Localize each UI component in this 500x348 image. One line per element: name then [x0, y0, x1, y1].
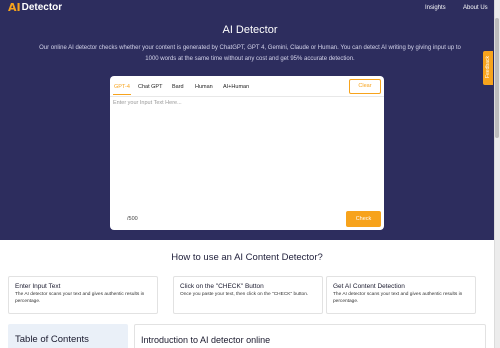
detector-card: GPT-4 Chat GPT Bard Human AI+Human Clear…: [110, 76, 384, 230]
step-card-text: The AI detector scans your text and give…: [333, 292, 463, 304]
tab-human[interactable]: Human: [195, 83, 213, 91]
step-card-enter-text: Enter Input Text The AI detector scans y…: [8, 276, 158, 314]
word-counter: /500: [127, 216, 138, 222]
toc-title: Table of Contents: [15, 334, 89, 345]
step-card-title: Enter Input Text: [15, 283, 61, 290]
nav-link-about-us[interactable]: About Us: [463, 4, 488, 12]
tab-bard[interactable]: Bard: [172, 83, 184, 91]
hero-description: Our online AI detector checks whether yo…: [39, 45, 461, 62]
feedback-tab[interactable]: Feedback: [483, 51, 493, 85]
logo-text: Detector: [21, 2, 63, 13]
page-title: AI Detector: [222, 24, 278, 36]
step-card-get-detection: Get AI Content Detection The AI detector…: [326, 276, 476, 314]
scrollbar-thumb[interactable]: [495, 18, 499, 138]
top-nav: AI Detector Insights About Us: [0, 0, 500, 16]
tab-gpt-4[interactable]: GPT-4: [113, 83, 131, 95]
tab-divider: [110, 96, 384, 97]
tab-chat-gpt[interactable]: Chat GPT: [138, 83, 162, 91]
check-button[interactable]: Check: [346, 211, 381, 227]
site-logo[interactable]: AI Detector: [8, 2, 62, 14]
step-card-text: The AI detector scans your text and give…: [15, 292, 145, 304]
step-card-text: Once you paste your text, then click on …: [180, 292, 309, 297]
input-text-area[interactable]: [113, 100, 379, 206]
clear-button[interactable]: Clear: [349, 79, 381, 94]
step-card-title: Get AI Content Detection: [333, 283, 405, 290]
logo-mark: AI: [8, 1, 21, 14]
feedback-label: Feedback: [485, 56, 491, 78]
tab-ai-human[interactable]: AI+Human: [223, 83, 249, 91]
step-card-click-check: Click on the "CHECK" Button Once you pas…: [173, 276, 323, 314]
intro-section: Introduction to AI detector online: [134, 324, 486, 348]
step-card-title: Click on the "CHECK" Button: [180, 283, 264, 290]
table-of-contents: Table of Contents: [8, 324, 128, 348]
howto-heading: How to use an AI Content Detector?: [171, 252, 323, 263]
intro-title: Introduction to AI detector online: [141, 335, 271, 345]
nav-link-insights[interactable]: Insights: [425, 4, 446, 12]
